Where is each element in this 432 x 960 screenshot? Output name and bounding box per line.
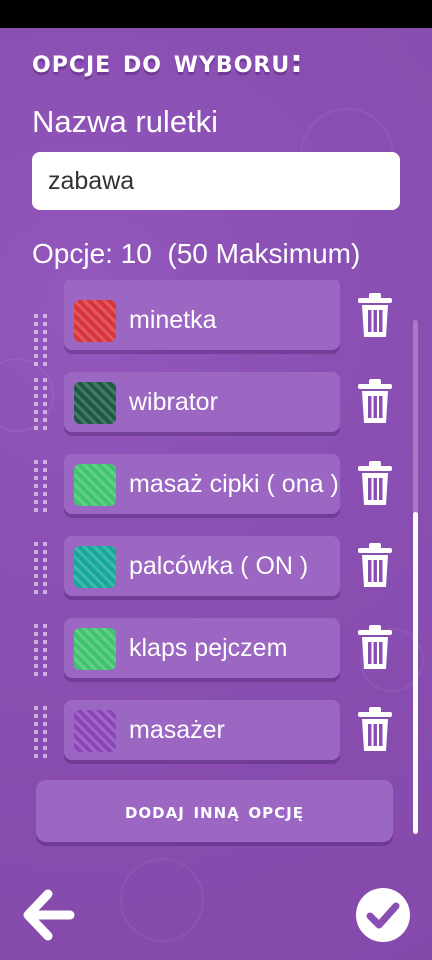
trash-icon[interactable] — [355, 706, 395, 754]
page-title: Opcje do wyboru: — [32, 44, 304, 80]
background-doodle — [120, 858, 204, 942]
option-row: minetka — [0, 280, 432, 372]
drag-handle[interactable] — [34, 378, 50, 434]
option-card[interactable]: palcówka ( ON ) — [64, 536, 340, 596]
option-label: klaps pejczem — [129, 634, 288, 662]
options-count-label: Opcje: 10 (50 Maksimum) — [32, 238, 361, 269]
option-card[interactable]: minetka — [64, 280, 340, 350]
option-row: masażer — [0, 700, 432, 764]
status-bar — [0, 0, 432, 28]
trash-icon[interactable] — [355, 624, 395, 672]
trash-icon[interactable] — [355, 460, 395, 508]
drag-handle[interactable] — [34, 706, 50, 762]
add-option-button[interactable]: Dodaj inną opcję — [36, 780, 393, 842]
color-swatch[interactable] — [74, 628, 116, 670]
drag-handle[interactable] — [34, 460, 50, 516]
color-swatch[interactable] — [74, 382, 116, 424]
option-row: klaps pejczem — [0, 618, 432, 682]
checkmark-icon[interactable] — [354, 886, 412, 944]
color-swatch[interactable] — [74, 546, 116, 588]
roulette-name-input[interactable] — [32, 152, 400, 210]
roulette-name-label: Nazwa ruletki — [32, 104, 219, 139]
option-label: palcówka ( ON ) — [129, 552, 309, 580]
color-swatch[interactable] — [74, 464, 116, 506]
trash-icon[interactable] — [355, 292, 395, 340]
color-swatch[interactable] — [74, 710, 116, 752]
scrollbar-thumb[interactable] — [413, 512, 418, 834]
drag-handle[interactable] — [34, 314, 50, 370]
drag-handle[interactable] — [34, 542, 50, 598]
option-card[interactable]: masaż cipki ( ona ) — [64, 454, 340, 514]
option-row: wibrator — [0, 372, 432, 436]
option-card[interactable]: klaps pejczem — [64, 618, 340, 678]
option-row: palcówka ( ON ) — [0, 536, 432, 600]
trash-icon[interactable] — [355, 542, 395, 590]
option-row: masaż cipki ( ona ) — [0, 454, 432, 518]
option-card[interactable]: masażer — [64, 700, 340, 760]
option-label: masażer — [129, 716, 225, 744]
option-card[interactable]: wibrator — [64, 372, 340, 432]
arrow-left-icon[interactable] — [22, 888, 76, 942]
trash-icon[interactable] — [355, 378, 395, 426]
color-swatch[interactable] — [74, 300, 116, 342]
option-label: minetka — [129, 306, 217, 334]
option-label: wibrator — [129, 388, 218, 416]
drag-handle[interactable] — [34, 624, 50, 680]
options-list[interactable]: minetka wibrator masaż cipki ( ona ) pal… — [0, 280, 432, 810]
option-label: masaż cipki ( ona ) — [129, 470, 339, 498]
